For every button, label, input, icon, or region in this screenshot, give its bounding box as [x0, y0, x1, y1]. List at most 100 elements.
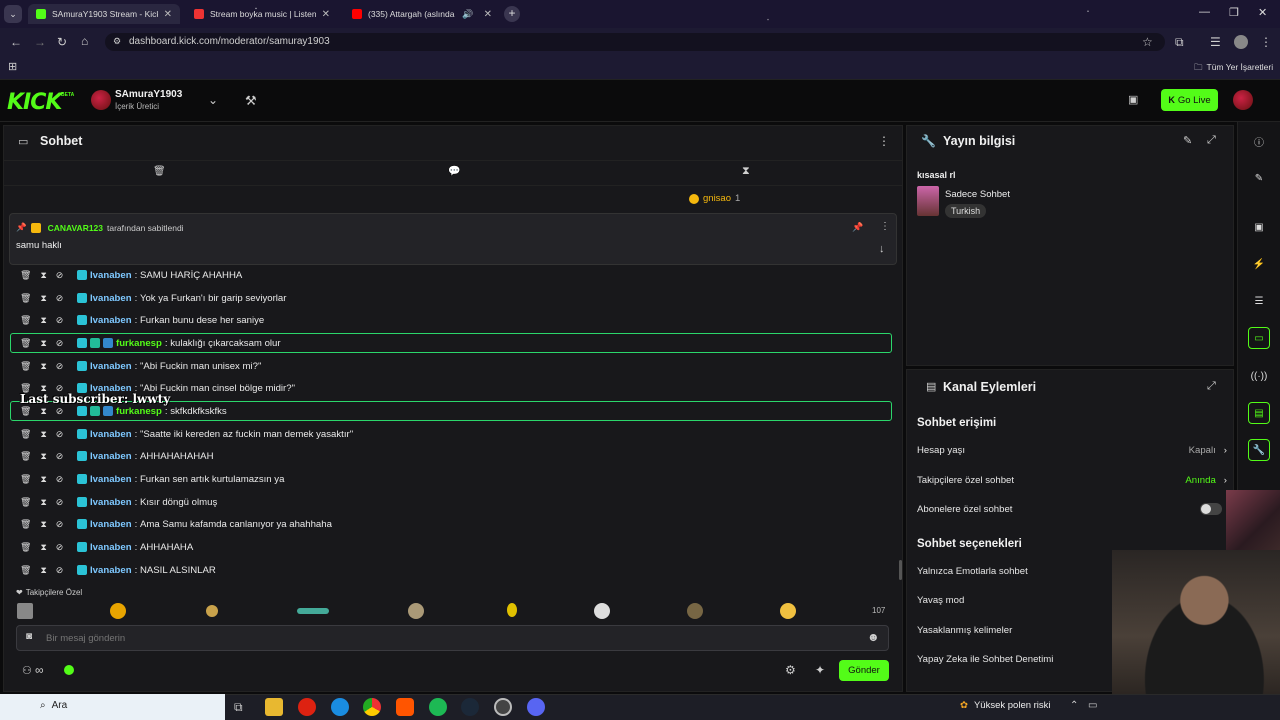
- delete-icon[interactable]: 🗑: [20, 429, 31, 440]
- emote[interactable]: [408, 603, 424, 619]
- setting-subscribers-only[interactable]: Abonelere özel sohbet: [917, 504, 1227, 515]
- users-icon[interactable]: ⚇: [22, 664, 32, 677]
- delete-icon[interactable]: 🗑: [20, 361, 31, 372]
- emote[interactable]: [110, 603, 126, 619]
- timeout-icon[interactable]: ⧗: [40, 565, 46, 576]
- delete-icon[interactable]: 🗑: [20, 451, 31, 462]
- timeout-icon[interactable]: ⧗: [40, 474, 46, 485]
- delete-icon[interactable]: 🗑: [20, 338, 31, 349]
- timeout-icon[interactable]: ⧗: [40, 542, 46, 553]
- emote[interactable]: [17, 603, 33, 619]
- chrome-icon[interactable]: [363, 698, 381, 716]
- timeout-icon[interactable]: ⧗: [40, 497, 46, 508]
- timeout-icon[interactable]: ⧗: [40, 406, 46, 417]
- minimize-icon[interactable]: —: [1199, 6, 1210, 18]
- timeout-icon[interactable]: ⧗: [40, 361, 46, 372]
- tab-list-button[interactable]: ⌄: [4, 5, 22, 23]
- chat-message[interactable]: 🗑 ⧗ ⊘ Ivanaben: Ama Samu kafamda canlanıyo…: [20, 514, 892, 534]
- new-tab-button[interactable]: +: [504, 6, 520, 22]
- chat-message-highlighted[interactable]: 🗑 ⧗ ⊘ furkanesp: kulaklığı çıkarcaksam olu…: [10, 333, 892, 353]
- go-live-button[interactable]: K Go Live: [1161, 89, 1218, 111]
- emote[interactable]: [297, 608, 329, 614]
- emote[interactable]: [507, 603, 517, 617]
- message-input[interactable]: [46, 630, 846, 646]
- stream-icon[interactable]: ▣: [1248, 216, 1270, 238]
- channel-avatar[interactable]: [91, 90, 111, 110]
- timeout-icon[interactable]: ⧗: [40, 338, 46, 349]
- broadcast-icon[interactable]: ▣: [1128, 93, 1138, 106]
- forward-icon[interactable]: →: [34, 35, 46, 49]
- list-icon[interactable]: ☰: [1248, 290, 1270, 312]
- chat-panel-icon[interactable]: ▭: [1248, 327, 1270, 349]
- extensions-icon[interactable]: ⧉: [1175, 35, 1184, 50]
- lightning-icon[interactable]: ⚡: [1248, 253, 1270, 275]
- chevron-up-icon[interactable]: ⌃: [1070, 700, 1078, 711]
- emote[interactable]: [594, 603, 610, 619]
- taskbar-search[interactable]: ⌕ Ara: [40, 700, 67, 711]
- delete-icon[interactable]: 🗑: [20, 474, 31, 485]
- emote[interactable]: [206, 605, 218, 617]
- maximize-icon[interactable]: ❐: [1229, 6, 1239, 19]
- pinned-menu-icon[interactable]: ⋮: [880, 221, 890, 232]
- timeout-icon[interactable]: ⧗: [40, 293, 46, 304]
- skype-icon[interactable]: [331, 698, 349, 716]
- chat-message[interactable]: 🗑 ⧗ ⊘ Ivanaben: "Saatte iki kereden az fuc…: [20, 424, 892, 444]
- shield-icon[interactable]: ✦: [815, 663, 825, 677]
- tray-icon[interactable]: ▭: [1088, 700, 1097, 711]
- emote[interactable]: [780, 603, 796, 619]
- user-highlight[interactable]: gnisao 1: [689, 193, 740, 204]
- delete-icon[interactable]: 🗑: [20, 565, 31, 576]
- browser-tab-kick[interactable]: SAmuraY1903 Stream - Kick Dashboard ✕: [28, 4, 180, 24]
- ban-icon[interactable]: ⊘: [56, 361, 64, 372]
- wrench-icon[interactable]: 🔧: [1248, 439, 1270, 461]
- chat-message[interactable]: 🗑 ⧗ ⊘ Ivanaben: Furkan sen artık kurtulama…: [20, 469, 892, 489]
- chat-menu-icon[interactable]: ⋮: [878, 134, 890, 148]
- tab-deleted-icon[interactable]: 🗑: [153, 166, 166, 177]
- gear-icon[interactable]: ⚙: [785, 663, 796, 677]
- close-icon[interactable]: ✕: [164, 9, 172, 20]
- emote[interactable]: [687, 603, 703, 619]
- timeout-icon[interactable]: ⧗: [40, 451, 46, 462]
- info-icon[interactable]: ⓘ: [1248, 130, 1270, 152]
- setting-account-age[interactable]: Hesap yaşı Kapalı ›: [917, 445, 1227, 456]
- browser-menu-icon[interactable]: ⋮: [1260, 35, 1272, 49]
- popout-icon[interactable]: ⤢: [1207, 134, 1216, 147]
- all-bookmarks[interactable]: 🗀 Tüm Yer İşaretleri: [1194, 62, 1273, 76]
- chat-message[interactable]: 🗑 ⧗ ⊘ Ivanaben: "Abi Fuckin man unisex mi?…: [20, 356, 892, 376]
- reload-icon[interactable]: ↻: [57, 35, 67, 49]
- back-icon[interactable]: ←: [10, 35, 22, 49]
- kick-logo[interactable]: KICK: [7, 90, 62, 115]
- popout-icon[interactable]: ⤢: [1207, 380, 1216, 393]
- ban-icon[interactable]: ⊘: [56, 519, 64, 530]
- chat-message[interactable]: 🗑 ⧗ ⊘ Ivanaben: Kısır döngü olmuş: [20, 492, 892, 512]
- task-view-icon[interactable]: ⧉: [234, 700, 243, 715]
- ban-icon[interactable]: ⊘: [56, 338, 64, 349]
- home-icon[interactable]: ⌂: [81, 34, 88, 48]
- chat-message[interactable]: 🗑 ⧗ ⊘ Ivanaben: AHHAHAHA: [20, 537, 892, 557]
- weather-widget[interactable]: ✿ Yüksek polen riski: [960, 700, 1051, 711]
- ban-icon[interactable]: ⊘: [56, 293, 64, 304]
- steam-icon[interactable]: [461, 698, 479, 716]
- tab-timeout-icon[interactable]: ⧗: [742, 165, 750, 178]
- url-input[interactable]: dashboard.kick.com/moderator/samuray1903: [105, 33, 1165, 51]
- timeout-icon[interactable]: ⧗: [40, 270, 46, 281]
- ban-icon[interactable]: ⊘: [56, 497, 64, 508]
- ban-icon[interactable]: ⊘: [56, 451, 64, 462]
- spotify-icon[interactable]: [429, 698, 447, 716]
- channel-actions-icon[interactable]: ▤: [1248, 402, 1270, 424]
- brave-icon[interactable]: [396, 698, 414, 716]
- chat-message[interactable]: 🗑 ⧗ ⊘ Ivanaben: Furkan bunu dese her saniy…: [20, 310, 892, 330]
- delete-icon[interactable]: 🗑: [20, 270, 31, 281]
- close-icon[interactable]: ✕: [322, 9, 330, 20]
- broadcast-icon[interactable]: ((·)): [1248, 365, 1270, 387]
- chevron-down-icon[interactable]: ⌄: [208, 93, 218, 107]
- setting-followers-only[interactable]: Takipçilere özel sohbet Anında ›: [917, 475, 1227, 486]
- hammer-icon[interactable]: ⚒: [245, 93, 257, 109]
- apps-grid-icon[interactable]: ⊞: [8, 60, 17, 73]
- ban-icon[interactable]: ⊘: [56, 406, 64, 417]
- unpin-icon[interactable]: 📌: [852, 222, 863, 233]
- timeout-icon[interactable]: ⧗: [40, 315, 46, 326]
- chat-message[interactable]: 🗑 ⧗ ⊘ Ivanaben: AHHAHAHAHAH: [20, 446, 892, 466]
- ban-icon[interactable]: ⊘: [56, 565, 64, 576]
- timeout-icon[interactable]: ⧗: [40, 519, 46, 530]
